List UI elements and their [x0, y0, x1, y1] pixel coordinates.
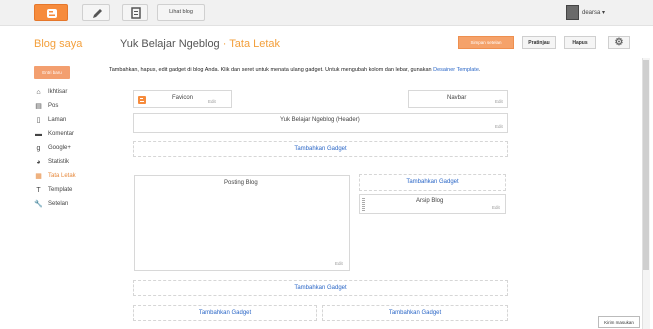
sidebar-item-pages[interactable]: ▯ Laman: [34, 114, 94, 126]
sidebar-item-label: Komentar: [48, 131, 75, 137]
instructions-period: .: [478, 67, 481, 73]
sidebar-item-label: Pos: [48, 103, 59, 109]
title-separator: ·: [222, 38, 227, 50]
page-title: Yuk Belajar Ngeblog · Tata Letak: [120, 38, 280, 50]
home-icon: ⌂: [36, 88, 41, 96]
new-entry-button[interactable]: Entri baru: [34, 66, 70, 79]
sidebar-item-label: Setelan: [48, 201, 69, 207]
avatar[interactable]: [566, 5, 579, 20]
drag-handle[interactable]: [362, 198, 365, 211]
delete-button[interactable]: Hapus: [564, 36, 596, 49]
sidebar-item-label: Tata Letak: [48, 173, 76, 179]
add-gadget-sidebar[interactable]: Tambahkan Gadget: [359, 174, 506, 191]
sidebar-item-label: Google+: [48, 145, 71, 151]
add-gadget-footer-left[interactable]: Tambahkan Gadget: [133, 305, 317, 321]
add-gadget-footer-right[interactable]: Tambahkan Gadget: [322, 305, 508, 321]
pencil-icon: [93, 9, 102, 18]
pages-icon: ▯: [36, 117, 41, 124]
add-gadget-main[interactable]: Tambahkan Gadget: [133, 280, 508, 296]
save-settings-button[interactable]: Simpan setelan: [458, 36, 514, 49]
layout-instructions: Tambahkan, hapus, edit gadget di blog An…: [109, 67, 480, 73]
send-feedback-button[interactable]: Kirim masukan: [598, 316, 640, 328]
blogger-logo-icon: [47, 9, 57, 18]
sidebar-item-label: Statistik: [48, 159, 70, 165]
edit-link[interactable]: Edit: [492, 205, 500, 210]
sidebar-item-label: Ikhtisar: [48, 89, 68, 95]
settings-button[interactable]: ⚙: [608, 36, 630, 49]
header-label: Yuk Belajar Ngeblog (Header): [280, 117, 360, 123]
edit-link[interactable]: Edit: [335, 261, 343, 266]
section-name: Tata Letak: [229, 38, 281, 50]
edit-link[interactable]: Edit: [208, 99, 216, 104]
view-blog-button[interactable]: Lihat blog: [157, 4, 205, 21]
layout-icon: ▦: [35, 173, 42, 180]
blogger-menu-button[interactable]: [34, 4, 68, 21]
template-icon: T: [36, 186, 41, 194]
posts-list-button[interactable]: [122, 4, 148, 21]
blog-posts-gadget[interactable]: Posting Blog Edit: [134, 175, 350, 271]
blogger-favicon-icon: [138, 96, 146, 104]
blog-title[interactable]: Blog saya: [34, 38, 82, 50]
instructions-text: Tambahkan, hapus, edit gadget di blog An…: [109, 67, 434, 73]
scrollbar-thumb[interactable]: [643, 60, 649, 270]
sidebar-item-comments[interactable]: ▬ Komentar: [34, 128, 94, 140]
sidebar-item-posts[interactable]: ▤ Pos: [34, 100, 94, 112]
posts-icon: ▤: [35, 103, 42, 110]
add-gadget-header[interactable]: Tambahkan Gadget: [133, 141, 508, 157]
gear-icon: ⚙: [614, 37, 624, 48]
blog-posts-label: Posting Blog: [224, 180, 258, 186]
archive-label: Arsip Blog: [416, 198, 444, 204]
user-menu[interactable]: dearsa ▾: [582, 9, 605, 16]
posts-list-icon: [131, 7, 141, 19]
edit-link[interactable]: Edit: [495, 99, 503, 104]
sidebar-item-layout[interactable]: ▦ Tata Letak: [34, 170, 94, 182]
sidebar-item-settings[interactable]: 🔧 Setelan: [34, 198, 94, 210]
edit-link[interactable]: Edit: [495, 124, 503, 129]
comment-icon: ▬: [35, 130, 42, 138]
navbar-gadget[interactable]: Navbar Edit: [408, 90, 508, 108]
template-designer-link[interactable]: Desainer Template: [433, 67, 479, 73]
sidebar-item-overview[interactable]: ⌂ Ikhtisar: [34, 86, 94, 98]
sidebar-item-googleplus[interactable]: g Google+: [34, 142, 94, 154]
favicon-label: Favicon: [172, 95, 194, 101]
new-post-button[interactable]: [82, 4, 110, 21]
favicon-gadget[interactable]: Favicon Edit: [133, 90, 232, 108]
sidebar-item-label: Template: [48, 187, 73, 193]
wrench-icon: 🔧: [34, 201, 43, 208]
header-gadget[interactable]: Yuk Belajar Ngeblog (Header) Edit: [133, 113, 508, 133]
stats-icon: ◕: [36, 158, 41, 166]
googleplus-icon: g: [36, 144, 41, 152]
sidebar-item-stats[interactable]: ◕ Statistik: [34, 156, 94, 168]
username-label: dearsa: [582, 10, 601, 16]
archive-gadget[interactable]: Arsip Blog Edit: [359, 194, 506, 214]
chevron-down-icon: ▾: [602, 10, 606, 16]
blog-name: Yuk Belajar Ngeblog: [120, 38, 220, 50]
sidebar-item-template[interactable]: T Template: [34, 184, 94, 196]
navbar-label: Navbar: [447, 95, 467, 101]
preview-button[interactable]: Pratinjau: [522, 36, 556, 49]
sidebar-item-label: Laman: [48, 117, 67, 123]
